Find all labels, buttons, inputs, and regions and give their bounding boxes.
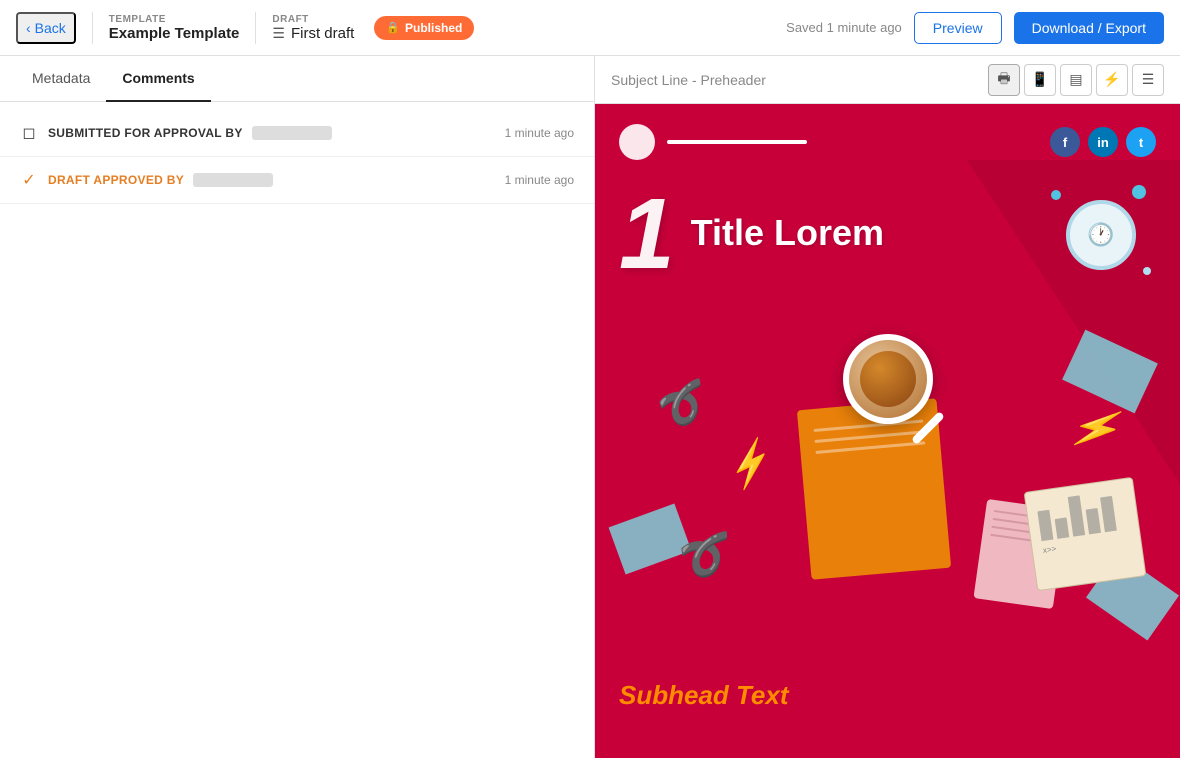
desk-scene: ➰ ⚡ ⚡ ➰ xyxy=(595,284,1180,664)
preview-header: Subject Line - Preheader 🖶 📱 ▤ ⚡ ☰ xyxy=(595,56,1180,104)
lightning-bolt-1: ➰ xyxy=(646,374,716,443)
list-view-button[interactable]: ☰ xyxy=(1132,64,1164,96)
download-export-button[interactable]: Download / Export xyxy=(1014,12,1164,44)
lock-icon: 🔒 xyxy=(386,21,400,34)
mobile-icon: 📱 xyxy=(1031,71,1048,88)
email-preview-container: f in t 1 Title Lorem 🕐 xyxy=(595,104,1180,758)
header-divider-2 xyxy=(255,12,256,44)
published-badge: 🔒 Published xyxy=(374,16,474,40)
preview-button[interactable]: Preview xyxy=(914,12,1002,44)
tab-metadata[interactable]: Metadata xyxy=(16,56,106,102)
folder-line-2 xyxy=(814,430,924,443)
draft-name: ☰ First draft xyxy=(272,25,354,42)
draft-info: DRAFT ☰ First draft xyxy=(272,14,354,42)
hero-title: Title Lorem xyxy=(691,184,884,254)
clock-body: 🕐 xyxy=(1066,200,1136,270)
hamburger-icon: ☰ xyxy=(272,25,285,42)
subject-separator: - xyxy=(692,72,701,88)
facebook-icon: f xyxy=(1050,127,1080,157)
approved-user-redacted xyxy=(193,173,273,187)
email-subhead: Subhead Text xyxy=(595,664,1180,731)
graph-bar-4 xyxy=(1086,508,1101,534)
check-icon: ✓ xyxy=(20,171,38,189)
coffee-cup-body xyxy=(843,334,933,424)
social-icons: f in t xyxy=(1050,127,1156,157)
graph-bar-3 xyxy=(1068,495,1085,536)
email-preview: f in t 1 Title Lorem 🕐 xyxy=(595,104,1180,758)
lightning-icon: ⚡ xyxy=(1103,71,1120,88)
email-hero: 1 Title Lorem 🕐 xyxy=(595,160,1180,284)
graph-paper: x>> xyxy=(1024,477,1147,591)
template-label: TEMPLATE xyxy=(109,14,240,25)
list-icon: ☰ xyxy=(1142,71,1155,88)
email-logo-area xyxy=(619,124,807,160)
subject-line: Subject Line - Preheader xyxy=(611,72,976,88)
email-top-bar: f in t xyxy=(619,124,1156,160)
logo-line xyxy=(667,140,807,144)
template-info: TEMPLATE Example Template xyxy=(109,14,240,42)
activity-item-approved: ✓ DRAFT APPROVED BY 1 minute ago xyxy=(0,157,594,204)
graph-row xyxy=(1036,489,1129,541)
dot-decoration-1 xyxy=(1051,190,1061,200)
saved-status: Saved 1 minute ago xyxy=(786,20,902,35)
coffee-cup-inner xyxy=(860,351,916,407)
clock-face-icon: 🕐 xyxy=(1087,222,1114,248)
template-name: Example Template xyxy=(109,25,240,42)
activity-list: ◻ SUBMITTED FOR APPROVAL BY 1 minute ago… xyxy=(0,102,594,212)
folder-lines xyxy=(813,419,925,461)
back-button[interactable]: ‹ Back xyxy=(16,12,76,44)
graph-bar-2 xyxy=(1055,517,1070,538)
submitted-time: 1 minute ago xyxy=(505,126,574,140)
tab-comments[interactable]: Comments xyxy=(106,56,210,102)
hero-number: 1 xyxy=(619,184,675,284)
published-label: Published xyxy=(405,21,462,35)
mobile-view-button[interactable]: 📱 xyxy=(1024,64,1056,96)
back-arrow-icon: ‹ xyxy=(26,20,31,36)
clock-illustration: 🕐 xyxy=(1046,180,1156,290)
bookmark-icon: ◻ xyxy=(20,124,38,142)
graph-bar-1 xyxy=(1037,510,1053,541)
app-header: ‹ Back TEMPLATE Example Template DRAFT ☰… xyxy=(0,0,1180,56)
header-divider-1 xyxy=(92,12,93,44)
lightning-view-button[interactable]: ⚡ xyxy=(1096,64,1128,96)
linkedin-icon: in xyxy=(1088,127,1118,157)
logo-circle xyxy=(619,124,655,160)
graph-content: x>> xyxy=(1036,489,1131,555)
coffee-cup xyxy=(843,334,933,424)
email-header-section: f in t xyxy=(595,104,1180,160)
activity-item-submitted: ◻ SUBMITTED FOR APPROVAL BY 1 minute ago xyxy=(0,110,594,157)
tablet-icon: ▤ xyxy=(1069,71,1082,88)
folder-line-3 xyxy=(815,441,925,454)
lightning-bolt-3: ⚡ xyxy=(1065,398,1125,456)
approved-time: 1 minute ago xyxy=(505,173,574,187)
tab-bar: Metadata Comments xyxy=(0,56,594,102)
right-panel: Subject Line - Preheader 🖶 📱 ▤ ⚡ ☰ xyxy=(595,56,1180,758)
dot-decoration-2 xyxy=(1132,185,1146,199)
desktop-view-button[interactable]: 🖶 xyxy=(988,64,1020,96)
twitter-icon: t xyxy=(1126,127,1156,157)
submitted-label: SUBMITTED FOR APPROVAL BY xyxy=(48,126,332,141)
tablet-view-button[interactable]: ▤ xyxy=(1060,64,1092,96)
header-actions: Saved 1 minute ago Preview Download / Ex… xyxy=(786,12,1164,44)
view-icons: 🖶 📱 ▤ ⚡ ☰ xyxy=(988,64,1164,96)
submitted-user-redacted xyxy=(252,126,332,140)
main-layout: Metadata Comments ◻ SUBMITTED FOR APPROV… xyxy=(0,56,1180,758)
back-label: Back xyxy=(35,20,66,36)
lightning-bolt-2: ⚡ xyxy=(718,436,779,496)
graph-bar-5 xyxy=(1100,496,1117,532)
draft-label: DRAFT xyxy=(272,14,354,25)
approved-label: DRAFT APPROVED BY xyxy=(48,173,273,188)
left-panel: Metadata Comments ◻ SUBMITTED FOR APPROV… xyxy=(0,56,595,758)
subhead-text: Subhead Text xyxy=(619,680,789,710)
desktop-icon: 🖶 xyxy=(997,68,1010,92)
dot-decoration-3 xyxy=(1143,267,1151,275)
illustration-area: ➰ ⚡ ⚡ ➰ xyxy=(595,284,1180,664)
